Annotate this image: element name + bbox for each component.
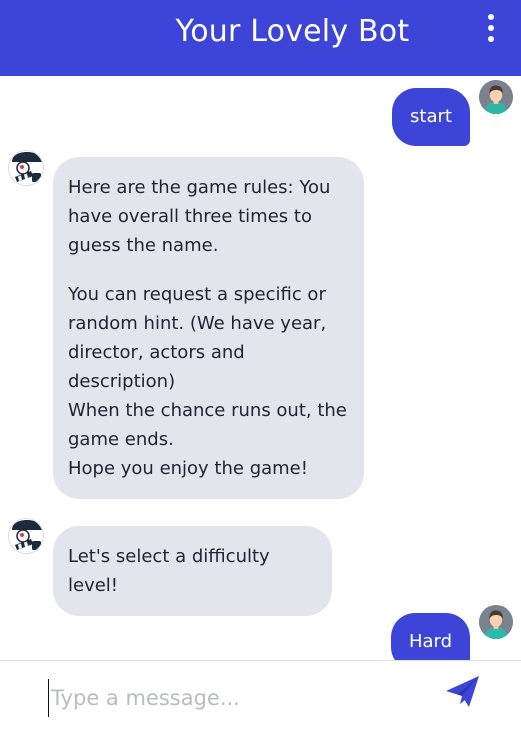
bot-message: Here are the game rules: You have overal… [53,157,364,499]
send-icon[interactable] [444,674,482,710]
bot-message-paragraph: Let's select a difficulty level! [68,546,270,596]
bot-avatar-icon [8,518,44,554]
bot-message-paragraph: Here are the game rules: You have overal… [68,177,331,256]
menu-dot [488,25,494,31]
user-message-text: Hard [408,631,453,652]
menu-dot [488,14,494,20]
bot-avatar-icon [8,150,44,186]
user-message-text: start [410,106,452,127]
message-list[interactable]: start Here are the game rules: You have … [0,76,521,660]
message-input[interactable] [48,679,428,717]
user-message: Hard [391,613,470,660]
user-avatar-icon [479,605,513,639]
chat-header: Your Lovely Bot [0,0,521,76]
bot-message-paragraph: You can request a specific or random hin… [68,284,347,479]
user-avatar-icon [479,80,513,114]
menu-dot [488,36,494,42]
bot-message: Let's select a difficulty level! [53,526,332,616]
more-vertical-icon[interactable] [483,14,499,42]
user-message: start [392,88,470,146]
composer-bar [0,660,521,736]
chat-title: Your Lovely Bot [175,14,410,49]
